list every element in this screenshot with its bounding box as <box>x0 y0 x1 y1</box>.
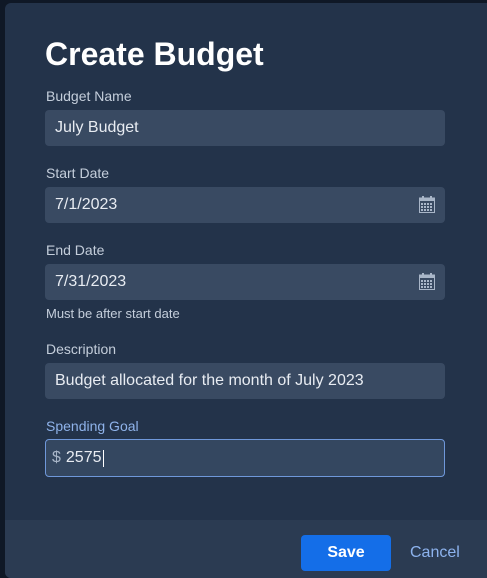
dialog-title: Create Budget <box>45 36 264 72</box>
start-date-value: 7/1/2023 <box>55 196 118 213</box>
description-input[interactable]: Budget allocated for the month of July 2… <box>45 363 445 399</box>
text-caret <box>102 449 104 467</box>
description-label: Description <box>46 341 117 357</box>
spending-goal-value: 2575 <box>65 449 102 466</box>
description-value: Budget allocated for the month of July 2… <box>55 372 364 389</box>
start-date-label: Start Date <box>46 165 110 181</box>
end-date-helper-text: Must be after start date <box>46 306 180 321</box>
calendar-icon[interactable] <box>419 196 435 213</box>
currency-symbol: $ <box>52 449 61 466</box>
spending-goal-label: Spending Goal <box>46 418 139 434</box>
end-date-input[interactable]: 7/31/2023 <box>45 264 445 300</box>
create-budget-dialog: Create Budget Budget Name July Budget St… <box>5 3 487 578</box>
dialog-footer: Save Cancel <box>5 520 487 578</box>
save-button[interactable]: Save <box>301 535 391 571</box>
budget-name-label: Budget Name <box>46 88 132 104</box>
calendar-icon[interactable] <box>419 273 435 290</box>
start-date-input[interactable]: 7/1/2023 <box>45 187 445 223</box>
cancel-button[interactable]: Cancel <box>405 535 465 571</box>
budget-name-input[interactable]: July Budget <box>45 110 445 146</box>
end-date-label: End Date <box>46 242 105 258</box>
budget-name-value: July Budget <box>55 119 139 136</box>
spending-goal-input[interactable]: $ 2575 <box>45 439 445 477</box>
end-date-value: 7/31/2023 <box>55 273 127 290</box>
